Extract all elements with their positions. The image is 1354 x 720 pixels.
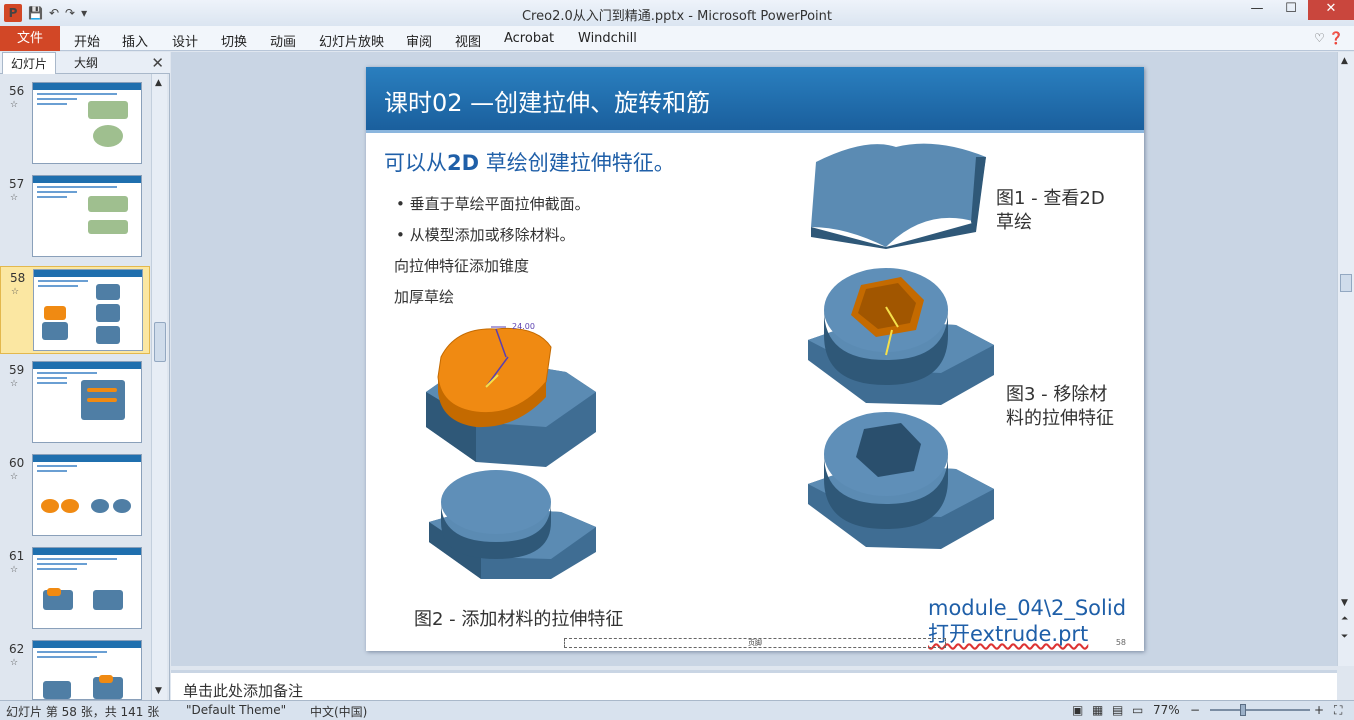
window-title: Creo2.0从入门到精通.pptx - Microsoft PowerPoin… [521, 9, 833, 24]
slide-thumbnail-60[interactable]: 60 ☆ [0, 452, 150, 540]
dimension-label: 24.00 [512, 322, 535, 331]
tab-outline[interactable]: 大纲 [66, 52, 106, 74]
view-reading-icon[interactable]: ▤ [1112, 703, 1123, 717]
tab-windchill[interactable]: Windchill [578, 31, 637, 46]
slide-thumbnail-62[interactable]: 62 ☆ [0, 638, 150, 700]
slide-thumbnail-59[interactable]: 59 ☆ [0, 359, 150, 447]
figure2-caption: 图2 - 添加材料的拉伸特征 [414, 609, 624, 630]
view-slideshow-icon[interactable]: ▭ [1132, 703, 1143, 717]
tab-file[interactable]: 文件 [0, 26, 60, 51]
zoom-level[interactable]: 77% [1153, 703, 1180, 717]
slide-count-status: 幻灯片 第 58 张，共 141 张 [6, 705, 160, 719]
next-slide-icon[interactable]: ⏷ [1341, 632, 1348, 642]
slide-canvas[interactable]: 课时02 —创建拉伸、旋转和筋 可以从2D 草绘创建拉伸特征。 • 垂直于草绘平… [366, 67, 1144, 651]
zoom-in-button[interactable]: + [1314, 703, 1324, 717]
slide-number: 60 [9, 456, 25, 470]
tab-slideshow[interactable]: 幻灯片放映 [319, 31, 384, 50]
previous-slide-icon[interactable]: ⏶ [1341, 614, 1348, 624]
thumbnail-image [32, 361, 142, 443]
animation-star-icon: ☆ [11, 287, 20, 297]
zoom-slider-knob[interactable] [1240, 704, 1246, 716]
help-icon[interactable]: ♡ ❓ [1314, 31, 1344, 45]
slides-pane: 幻灯片 大纲 ✕ 56 ☆ 57 ☆ 58 ☆ 59 ☆ 60 ☆ 61 ☆ 62 ☆ ▲ ▼ [0, 52, 170, 700]
slide-page-number: 58 [1115, 638, 1126, 647]
tab-transitions[interactable]: 切换 [221, 31, 247, 50]
animation-star-icon: ☆ [10, 565, 19, 575]
tab-acrobat[interactable]: Acrobat [504, 31, 554, 46]
slide-number: 56 [9, 84, 25, 98]
bullet-item: • 从模型添加或移除材料。 [396, 226, 575, 244]
scroll-down-icon[interactable]: ▼ [155, 686, 162, 696]
animation-star-icon: ☆ [10, 379, 19, 389]
window-controls: — ☐ ✕ [1240, 0, 1354, 20]
tab-home[interactable]: 开始 [74, 31, 100, 50]
language-status[interactable]: 中文(中国) [310, 703, 367, 720]
slide-subtitle[interactable]: 可以从2D 草绘创建拉伸特征。 [384, 147, 675, 177]
scroll-up-icon[interactable]: ▲ [155, 78, 162, 88]
thumbnail-image [32, 547, 142, 629]
thumbnail-image [32, 640, 142, 700]
slide-thumbnail-61[interactable]: 61 ☆ [0, 545, 150, 633]
tab-review[interactable]: 审阅 [406, 31, 432, 50]
slide-number: 61 [9, 549, 25, 563]
slide-header: 课时02 —创建拉伸、旋转和筋 [366, 67, 1144, 133]
footer-placeholder[interactable]: 页脚 [564, 638, 946, 648]
slide-number: 62 [9, 642, 25, 656]
slide-number: 57 [9, 177, 25, 191]
title-bar: P 💾 ↶ ↷ ▾ Creo2.0从入门到精通.pptx - Microsoft… [0, 0, 1354, 26]
figure1-caption: 图1 - 查看2D 草绘 [996, 188, 1105, 233]
theme-status: "Default Theme" [186, 703, 287, 717]
animation-star-icon: ☆ [10, 100, 19, 110]
thumbnail-image [32, 454, 142, 536]
minimize-button[interactable]: — [1240, 0, 1274, 20]
tab-insert[interactable]: 插入 [122, 31, 148, 50]
thumbnail-image [33, 269, 143, 351]
thumbnail-image [32, 175, 142, 257]
figure-cut-result-model [808, 412, 994, 549]
slide-title[interactable]: 课时02 —创建拉伸、旋转和筋 [384, 83, 710, 118]
module-path-text: module_04\2_Solid 打开extrude.prt [928, 596, 1127, 646]
thumbnail-image [32, 82, 142, 164]
figure-2d-sketch-model [811, 143, 986, 249]
tab-animations[interactable]: 动画 [270, 31, 296, 50]
figure-removed-material-model [808, 268, 994, 405]
figure3-caption: 图3 - 移除材 料的拉伸特征 [1006, 384, 1114, 429]
ribbon-tabs: 文件 开始 插入 设计 切换 动画 幻灯片放映 审阅 视图 Acrobat Wi… [0, 26, 1354, 51]
slide-number: 58 [10, 271, 26, 285]
fit-to-window-icon[interactable]: ⛶ [1334, 703, 1342, 718]
scroll-thumb[interactable] [1340, 274, 1352, 292]
scroll-down-icon[interactable]: ▼ [1341, 598, 1348, 608]
zoom-out-button[interactable]: − [1190, 703, 1200, 717]
scroll-up-icon[interactable]: ▲ [1341, 56, 1348, 66]
close-pane-icon[interactable]: ✕ [151, 54, 164, 72]
view-sorter-icon[interactable]: ▦ [1092, 703, 1103, 717]
tab-view[interactable]: 视图 [455, 31, 481, 50]
scroll-thumb[interactable] [154, 322, 166, 362]
slide-number: 59 [9, 363, 25, 377]
zoom-slider-track[interactable] [1210, 709, 1310, 711]
view-normal-icon[interactable]: ▣ [1072, 703, 1083, 717]
slide-thumbnail-57[interactable]: 57 ☆ [0, 173, 150, 261]
slides-pane-tabs: 幻灯片 大纲 ✕ [0, 52, 170, 74]
editor-scrollbar[interactable]: ▲ ▼ ⏶ ⏷ [1337, 52, 1354, 666]
figure-added-material-model [429, 470, 596, 579]
slides-pane-scrollbar[interactable]: ▲ ▼ [151, 74, 167, 700]
status-bar: 幻灯片 第 58 张，共 141 张 "Default Theme" 中文(中国… [0, 700, 1354, 720]
close-button[interactable]: ✕ [1308, 0, 1354, 20]
tab-design[interactable]: 设计 [172, 31, 198, 50]
animation-star-icon: ☆ [10, 193, 19, 203]
notes-placeholder[interactable]: 单击此处添加备注 [183, 680, 303, 701]
slide-thumbnail-56[interactable]: 56 ☆ [0, 80, 150, 168]
bullet-item: • 垂直于草绘平面拉伸截面。 [396, 195, 590, 213]
animation-star-icon: ☆ [10, 472, 19, 482]
text-line: 向拉伸特征添加锥度 [394, 257, 530, 275]
animation-star-icon: ☆ [10, 658, 19, 668]
notes-pane[interactable]: 单击此处添加备注 [171, 670, 1337, 700]
tab-slides[interactable]: 幻灯片 [2, 52, 57, 74]
slide-thumbnail-58[interactable]: 58 ☆ [0, 266, 150, 354]
figure-sketch-model: 24.00 [426, 322, 596, 467]
text-line: 加厚草绘 [394, 288, 455, 306]
maximize-button[interactable]: ☐ [1274, 0, 1308, 20]
